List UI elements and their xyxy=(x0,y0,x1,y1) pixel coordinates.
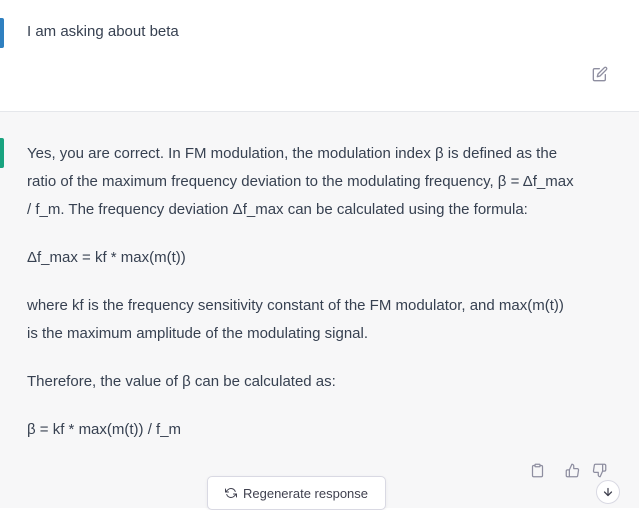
user-message: I am asking about beta xyxy=(0,0,639,112)
thumbs-up-icon xyxy=(565,463,579,477)
paragraph-therefore: Therefore, the value of β can be calcula… xyxy=(27,373,336,390)
edit-message-button[interactable] xyxy=(589,63,611,85)
thumbs-down-icon xyxy=(592,463,606,477)
user-avatar xyxy=(0,18,4,48)
paragraph-where: where kf is the frequency sensitivity co… xyxy=(27,297,564,342)
regenerate-label: Regenerate response xyxy=(242,485,369,501)
assistant-message-text: Yes, you are correct. In FM modulation, … xyxy=(27,140,617,464)
thumbs-down-button[interactable] xyxy=(589,460,609,480)
user-message-text: I am asking about beta xyxy=(27,23,179,40)
thumbs-up-button[interactable] xyxy=(562,460,582,480)
copy-button[interactable] xyxy=(527,460,547,480)
paragraph-definition: Yes, you are correct. In FM modulation, … xyxy=(27,145,574,218)
paragraph-formula-beta: β = kf * max(m(t)) / f_m xyxy=(27,421,182,438)
clipboard-icon xyxy=(531,463,543,477)
edit-icon xyxy=(592,66,608,82)
arrow-down-icon xyxy=(603,487,613,497)
scroll-to-bottom-button[interactable] xyxy=(596,480,620,504)
assistant-avatar xyxy=(0,138,4,168)
refresh-icon xyxy=(224,488,237,498)
assistant-message: Yes, you are correct. In FM modulation, … xyxy=(0,112,639,510)
paragraph-formula-deviation: Δf_max = kf * max(m(t)) xyxy=(27,249,186,266)
regenerate-response-button[interactable]: Regenerate response xyxy=(207,476,386,510)
